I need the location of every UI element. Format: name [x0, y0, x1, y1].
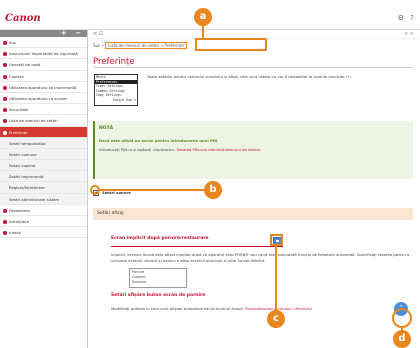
bullet-icon [3, 85, 7, 90]
sidebar-item[interactable]: Setări comune [0, 148, 87, 161]
note-line1: Dacă este afișat un ecran pentru introdu… [99, 138, 218, 143]
sidebar-item[interactable]: Întreținere [0, 216, 87, 228]
callout-b-line [100, 189, 205, 191]
page-nav-arrows[interactable]: < > [404, 31, 414, 37]
sidebar-item[interactable]: Utilizarea aparatului ca scaner [0, 93, 87, 105]
sidebar-item[interactable]: Setări imprimantă [0, 171, 87, 183]
callout-c: c [267, 310, 285, 328]
note-line2: Introduceți PIN-ul și apăsați <Aplicare>… [99, 147, 176, 152]
sidebar-item-label: Depanarea [9, 207, 30, 213]
sidebar-item-label: Preferințe [9, 129, 28, 135]
callout-a-line [202, 24, 204, 38]
bullet-icon [3, 208, 7, 213]
sidebar-item-label: Instrucțiuni importante de siguranță [9, 51, 78, 57]
section-title: Setări afișaj [93, 208, 413, 220]
bullet-icon [3, 52, 7, 57]
toolbar-left-icons[interactable]: ≡ ⊡ [93, 31, 103, 37]
expand-collapse-controls[interactable]: + − [61, 30, 84, 37]
sidebar-item-label: Setări temporizator [9, 140, 46, 146]
sidebar-item-label: Reglare/Întreținere [9, 185, 45, 191]
bullet-icon [3, 41, 7, 45]
sidebar-item[interactable]: Reglare/Întreținere [0, 182, 87, 194]
subsection-title-2: Setări afișare buton ecran de pornire [111, 293, 206, 298]
intro-text: Toate setările pentru controlul sunetulu… [147, 74, 352, 79]
sidebar: + − Sus Instrucțiuni importante de sigura… [0, 30, 88, 348]
bullet-icon [3, 220, 7, 224]
sidebar-item-label: Copiere [9, 73, 24, 79]
sidebar-item[interactable]: Securitate [0, 104, 87, 116]
manual-window: Canon ⚙ ? + − Sus Instrucțiuni importante… [0, 8, 420, 348]
subsection-text-1: Implicit, ecranul Acasă este afișat imed… [111, 252, 410, 263]
bullet-icon [3, 231, 7, 236]
callout-d-highlight [392, 308, 412, 328]
sidebar-item[interactable]: Sus [0, 37, 87, 49]
sidebar-item-label: Anexă [9, 230, 21, 236]
sidebar-item[interactable]: Setări administrare sistem [0, 193, 87, 205]
sidebar-item-label: Setări administrare sistem [9, 196, 60, 202]
options-list: Pornire Copiere Scanare [129, 268, 187, 288]
sidebar-item-label: Utilizarea aparatului ca imprimantă [9, 84, 77, 90]
note-link[interactable]: Setarea PIN-ului administratorului de si… [177, 147, 261, 152]
sidebar-item[interactable]: Copiere [0, 71, 87, 82]
callout-c-highlight [270, 234, 283, 246]
note-title: NOTĂ [99, 126, 114, 131]
subsection-title-1: Ecran implicit după pornire/restaurare [111, 236, 283, 247]
sidebar-item[interactable]: Setări copiere [0, 160, 87, 172]
page-title: Preferințe [93, 57, 135, 67]
bullet-icon [3, 96, 7, 101]
sidebar-item-label: Sus [9, 40, 16, 45]
breadcrumb-home[interactable]: Sus » [93, 43, 104, 48]
subsection-text-2: Modificați ordinea în care sunt afișate … [111, 306, 244, 311]
sidebar-item-label: Setări imprimantă [9, 174, 44, 180]
help-icon[interactable]: ? [410, 14, 414, 22]
callout-a: a [194, 8, 212, 26]
sidebar-item-label: Lista de meniuri de setări [9, 118, 58, 124]
sidebar-item[interactable]: Preferințe [0, 126, 87, 138]
sidebar-item-label: Utilizarea aparatului ca scaner [9, 95, 67, 101]
callout-c-line [275, 246, 277, 313]
bullet-icon [3, 74, 7, 79]
panel-screen-image: Meniu Preferences Timer Settings Common … [94, 74, 138, 106]
gear-icon[interactable]: ⚙ [398, 14, 404, 22]
breadcrumb: Sus » Lista de meniuri de setări » Prefe… [93, 41, 187, 50]
bullet-icon [3, 119, 7, 124]
sidebar-item[interactable]: Utilizarea aparatului ca imprimantă [0, 82, 87, 93]
sidebar-item-label: Întreținere [9, 219, 29, 224]
sidebar-item[interactable]: Lista de meniuri de setări [0, 115, 87, 127]
note-box: NOTĂ Dacă este afișat un ecran pentru in… [93, 121, 413, 179]
sidebar-item-label: Securitate [9, 107, 29, 113]
bullet-icon [3, 130, 7, 135]
sidebar-item-label: Setări copiere [9, 163, 36, 169]
callout-b: b [204, 181, 222, 199]
sidebar-item[interactable]: Depanarea [0, 205, 87, 216]
bullet-icon [3, 63, 7, 68]
title-divider [93, 67, 413, 68]
panel-ok-button: Output Rep't [112, 97, 136, 102]
breadcrumb-current: » Preferințe [160, 43, 184, 48]
sidebar-item-label: Operații de bază [9, 62, 41, 68]
callout-b-highlight [90, 185, 100, 195]
option-item: Scanare [132, 280, 147, 284]
sidebar-toolbar: + − [0, 30, 87, 37]
sidebar-item[interactable]: Instrucțiuni importante de siguranță [0, 48, 87, 60]
callout-d: d [393, 330, 411, 348]
sidebar-item[interactable]: Anexă [0, 227, 87, 239]
sidebar-nav: Sus Instrucțiuni importante de siguranță O… [0, 37, 87, 239]
callout-a-highlight [195, 38, 267, 51]
sidebar-item-label: Setări comune [9, 151, 37, 157]
canon-logo: Canon [5, 13, 41, 24]
sidebar-item[interactable]: Operații de bază [0, 59, 87, 71]
sidebar-item[interactable]: Setări temporizator [0, 137, 87, 149]
breadcrumb-link[interactable]: Lista de meniuri de setări [108, 43, 159, 48]
bullet-icon [3, 108, 7, 113]
